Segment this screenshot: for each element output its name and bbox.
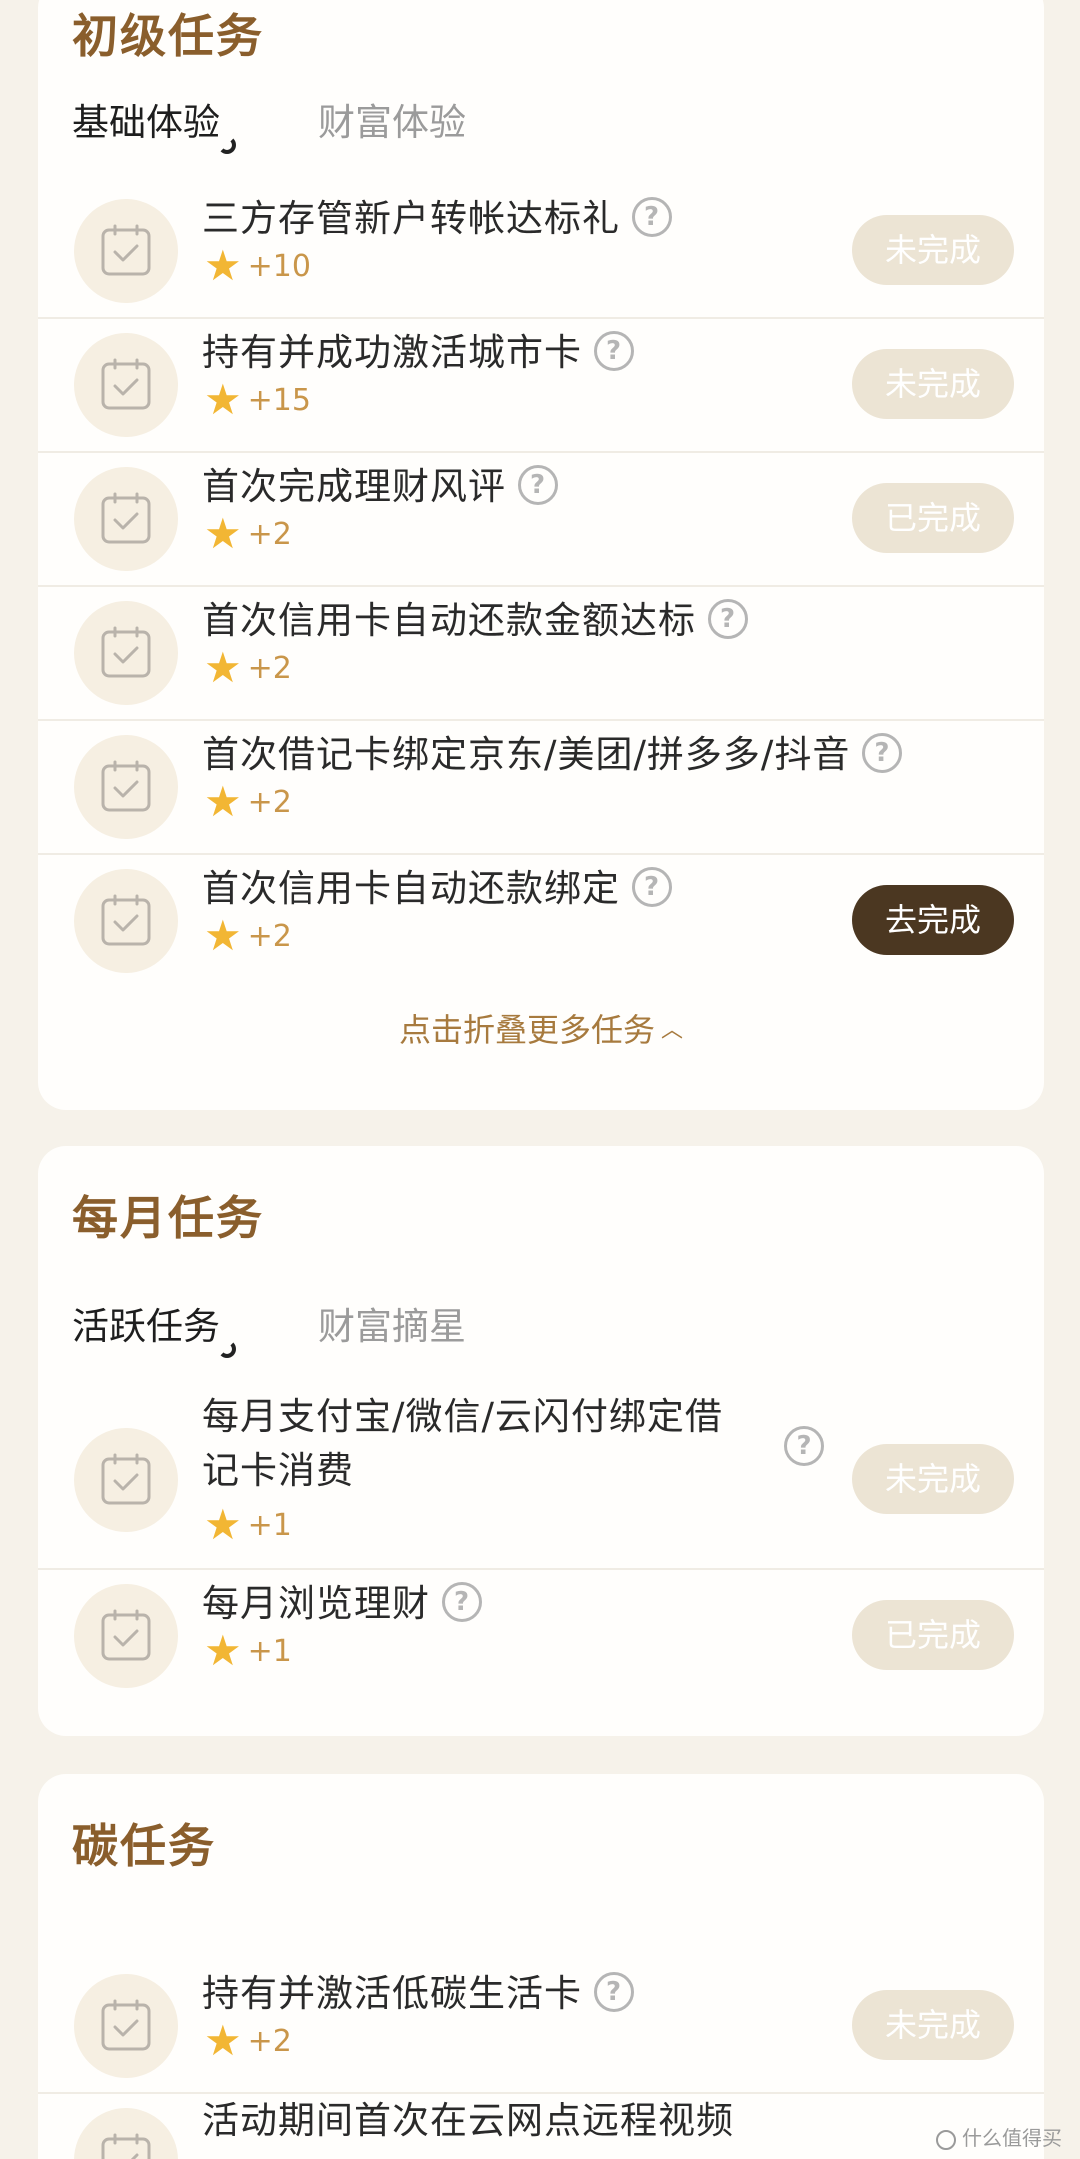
status-button[interactable]: 未完成 xyxy=(852,349,1014,419)
task-reward: ★ +10 xyxy=(204,241,311,290)
help-icon[interactable]: ? xyxy=(708,598,748,639)
star-icon: ★ xyxy=(204,911,242,960)
task-title: 首次借记卡绑定京东/美团/拼多多/抖音? xyxy=(202,728,903,782)
help-icon[interactable]: ? xyxy=(518,464,558,505)
tab-basic-experience[interactable]: 基础体验 xyxy=(72,92,236,154)
task-reward: ★ +2 xyxy=(204,777,292,826)
section-card-carbon: 碳任务 持有并激活低碳生活卡? ★ +2 未完成 活动期间首次在云网点远程视频 xyxy=(38,1774,1044,2159)
task-row: 每月浏览理财? ★ +1 已完成 xyxy=(38,1570,1044,1704)
help-icon[interactable]: ? xyxy=(632,196,672,237)
tab-wealth-experience[interactable]: 财富体验 xyxy=(318,92,466,146)
task-checklist-icon xyxy=(74,1974,178,2078)
watermark: 什么值得买 xyxy=(935,2122,1062,2151)
task-checklist-icon xyxy=(74,467,178,571)
task-title: 每月支付宝/微信/云闪付绑定借 记卡消费 xyxy=(202,1395,723,1492)
star-icon: ★ xyxy=(204,509,242,558)
task-row: 首次完成理财风评? ★ +2 已完成 xyxy=(38,453,1044,587)
task-row: 首次信用卡自动还款金额达标? ★ +2 xyxy=(38,587,1044,721)
task-checklist-icon xyxy=(74,1428,178,1532)
task-row: 首次借记卡绑定京东/美团/拼多多/抖音? ★ +2 xyxy=(38,721,1044,855)
task-checklist-icon xyxy=(74,1584,178,1688)
tab-active-tasks[interactable]: 活跃任务 xyxy=(72,1296,236,1358)
task-title: 首次信用卡自动还款绑定? xyxy=(202,862,672,916)
section-card-monthly: 每月任务 活跃任务 财富摘星 每月支付宝/微信/云闪付绑定借 记卡消费 ? ★ +… xyxy=(38,1146,1044,1736)
status-button[interactable]: 未完成 xyxy=(852,1990,1014,2060)
task-checklist-icon xyxy=(74,735,178,839)
section-card-beginner: 初级任务 基础体验 财富体验 三方存管新户转帐达标礼? ★ +10 未完成 持有并… xyxy=(38,0,1044,1110)
subtab-bar: 活跃任务 财富摘星 xyxy=(72,1296,466,1358)
help-icon[interactable]: ? xyxy=(442,1581,482,1622)
task-reward: ★ +1 xyxy=(204,1626,292,1675)
section-title: 每月任务 xyxy=(72,1191,264,1245)
task-title: 持有并成功激活城市卡? xyxy=(202,326,634,380)
task-reward: ★ +2 xyxy=(204,2016,292,2065)
star-icon: ★ xyxy=(204,1626,242,1675)
task-title: 活动期间首次在云网点远程视频 xyxy=(202,2099,734,2142)
help-icon[interactable]: ? xyxy=(594,330,634,371)
task-row: 三方存管新户转帐达标礼? ★ +10 未完成 xyxy=(38,185,1044,319)
task-reward: ★ +2 xyxy=(204,911,292,960)
star-icon: ★ xyxy=(204,2016,242,2065)
section-title: 初级任务 xyxy=(72,9,264,63)
star-icon: ★ xyxy=(204,777,242,826)
task-title: 首次信用卡自动还款金额达标? xyxy=(202,594,748,648)
section-title: 碳任务 xyxy=(72,1819,216,1873)
task-checklist-icon xyxy=(74,199,178,303)
task-row: 持有并成功激活城市卡? ★ +15 未完成 xyxy=(38,319,1044,453)
chevron-up-icon: ︿ xyxy=(661,1018,684,1043)
task-checklist-icon xyxy=(74,333,178,437)
star-icon: ★ xyxy=(204,241,242,290)
tab-wealth-stars[interactable]: 财富摘星 xyxy=(318,1296,466,1350)
task-title: 每月浏览理财? xyxy=(202,1577,482,1631)
task-row: 持有并激活低碳生活卡? ★ +2 未完成 xyxy=(38,1960,1044,2094)
help-icon[interactable]: ? xyxy=(632,866,672,907)
star-icon: ★ xyxy=(204,1500,242,1549)
task-reward: ★ +1 xyxy=(204,1500,292,1549)
task-reward: ★ +2 xyxy=(204,643,292,692)
task-reward: ★ +2 xyxy=(204,509,292,558)
go-complete-button[interactable]: 去完成 xyxy=(852,885,1014,955)
status-button[interactable]: 未完成 xyxy=(852,1444,1014,1514)
task-row: 首次信用卡自动还款绑定? ★ +2 去完成 xyxy=(38,855,1044,989)
help-icon[interactable]: ? xyxy=(594,1971,634,2012)
task-title: 三方存管新户转帐达标礼? xyxy=(202,192,672,246)
star-icon: ★ xyxy=(204,375,242,424)
status-button[interactable]: 已完成 xyxy=(852,483,1014,553)
active-tab-indicator xyxy=(218,136,236,154)
help-icon[interactable]: ? xyxy=(784,1426,824,1466)
task-row: 每月支付宝/微信/云闪付绑定借 记卡消费 ? ★ +1 未完成 xyxy=(38,1390,1044,1570)
task-checklist-icon xyxy=(74,869,178,973)
fold-more-tasks-link[interactable]: 点击折叠更多任务 ︿ xyxy=(38,1005,1044,1051)
task-title: 首次完成理财风评? xyxy=(202,460,558,514)
task-row: 活动期间首次在云网点远程视频 xyxy=(38,2094,1044,2159)
subtab-bar: 基础体验 财富体验 xyxy=(72,92,466,154)
task-title: 持有并激活低碳生活卡? xyxy=(202,1967,634,2021)
task-reward: ★ +15 xyxy=(204,375,311,424)
task-checklist-icon xyxy=(74,601,178,705)
star-icon: ★ xyxy=(204,643,242,692)
watermark-logo-icon xyxy=(935,2129,956,2150)
status-button[interactable]: 未完成 xyxy=(852,215,1014,285)
help-icon[interactable]: ? xyxy=(862,732,903,773)
task-checklist-icon xyxy=(74,2108,178,2159)
status-button[interactable]: 已完成 xyxy=(852,1600,1014,1670)
active-tab-indicator xyxy=(218,1340,236,1358)
